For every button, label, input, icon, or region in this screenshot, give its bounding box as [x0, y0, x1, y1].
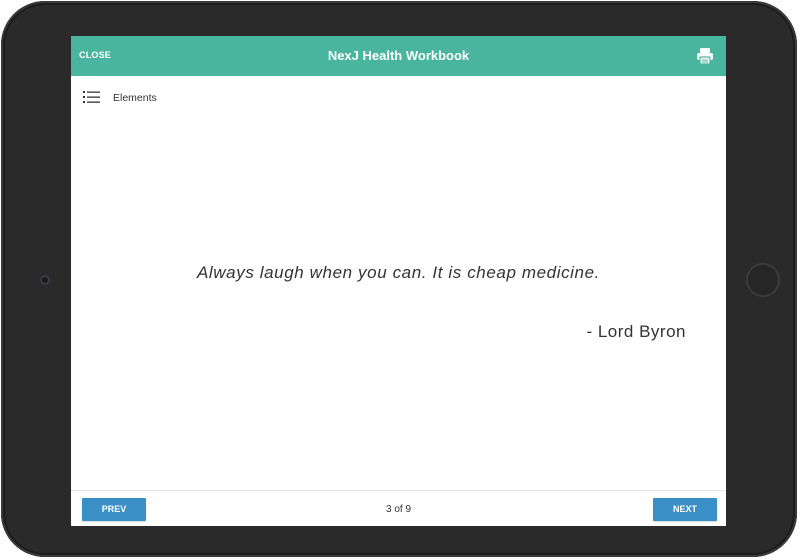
printer-icon[interactable] [695, 46, 715, 66]
app-title: NexJ Health Workbook [327, 48, 470, 63]
home-button[interactable] [746, 263, 780, 297]
page-indicator: 3 of 9 [385, 504, 412, 515]
pagination-footer: PREV 3 of 9 NEXT [71, 490, 726, 526]
stage: CLOSE NexJ Health Workbook Elements Alwa [0, 0, 800, 560]
quote-text: Always laugh when you can. It is cheap m… [196, 263, 600, 282]
content-toolbar: Elements [71, 76, 726, 118]
front-camera [40, 275, 50, 285]
elements-menu-label[interactable]: Elements [113, 92, 157, 104]
app-screen: CLOSE NexJ Health Workbook Elements Alwa [71, 36, 726, 526]
list-icon[interactable] [83, 90, 100, 104]
next-button[interactable]: NEXT [653, 498, 717, 521]
app-header: CLOSE NexJ Health Workbook [71, 36, 726, 76]
quote-author: - Lord Byron [586, 322, 686, 341]
